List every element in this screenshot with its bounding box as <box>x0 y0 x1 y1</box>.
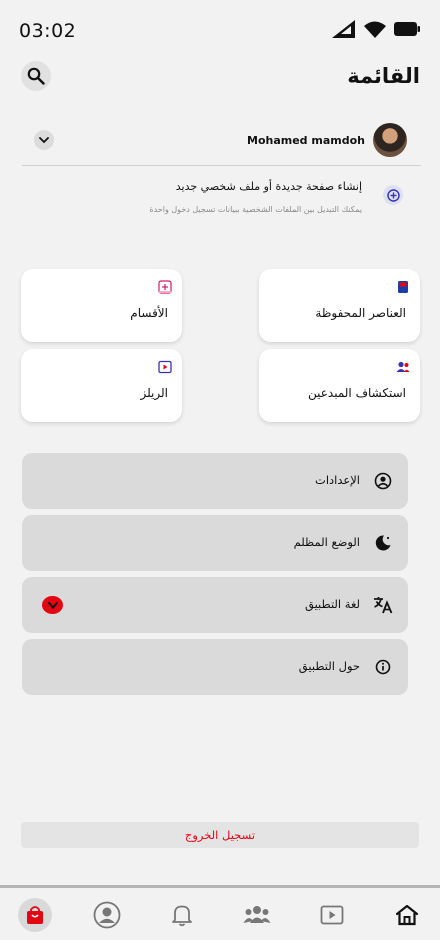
profile-switch-button[interactable] <box>34 130 54 150</box>
reels-icon <box>158 360 172 374</box>
saved-items-card[interactable]: العناصر المحفوظة <box>259 269 420 342</box>
wifi-icon <box>364 21 386 38</box>
page-title: القائمة <box>347 64 420 88</box>
chevron-down-icon <box>47 601 58 609</box>
tab-profile[interactable] <box>90 898 124 932</box>
menu-label: حول التطبيق <box>298 659 360 673</box>
sections-icon <box>158 280 172 294</box>
plus-circle-icon <box>386 188 400 202</box>
card-label: الأقسام <box>130 306 168 320</box>
bell-icon <box>172 905 192 927</box>
tab-notifications[interactable] <box>165 898 199 932</box>
profile-row[interactable]: Mohamed mamdoh <box>22 118 421 166</box>
search-icon <box>27 67 45 85</box>
home-icon <box>395 904 419 926</box>
status-time: 03:02 <box>19 20 77 42</box>
signal-icon <box>332 20 355 38</box>
chevron-down-icon <box>39 137 49 144</box>
shop-bag-icon <box>27 906 43 924</box>
create-profile-subtitle: يمكنك التبديل بين الملفات الشخصية ببيانا… <box>149 205 362 214</box>
tab-home[interactable] <box>390 898 424 932</box>
translate-icon <box>374 597 393 614</box>
battery-icon <box>394 22 420 36</box>
menu-label: لغة التطبيق <box>304 597 360 611</box>
tab-groups[interactable] <box>240 898 274 932</box>
language-dropdown-button[interactable] <box>42 596 63 614</box>
avatar[interactable] <box>373 123 407 157</box>
dark-mode-item[interactable]: الوضع المظلم <box>22 515 408 571</box>
about-app-item[interactable]: حول التطبيق <box>22 639 408 695</box>
info-icon <box>375 659 391 675</box>
settings-user-icon <box>374 472 392 490</box>
bottom-tab-bar <box>0 885 440 940</box>
logout-button[interactable]: تسجيل الخروج <box>21 822 419 848</box>
settings-item[interactable]: الإعدادات <box>22 453 408 509</box>
tab-video[interactable] <box>315 898 349 932</box>
tab-shop[interactable] <box>18 898 52 932</box>
add-profile-icon[interactable] <box>383 185 403 205</box>
video-icon <box>320 905 344 925</box>
profile-name: Mohamed mamdoh <box>247 134 365 147</box>
menu-label: الوضع المظلم <box>293 535 360 549</box>
group-icon <box>243 906 271 923</box>
menu-label: الإعدادات <box>315 473 360 487</box>
card-label: العناصر المحفوظة <box>315 306 406 320</box>
sections-card[interactable]: الأقسام <box>21 269 182 342</box>
explore-creators-card[interactable]: استكشاف المبدعين <box>259 349 420 422</box>
card-label: الريلز <box>140 386 168 400</box>
creators-icon <box>396 361 410 372</box>
app-language-item[interactable]: لغة التطبيق <box>22 577 408 633</box>
saved-flag-icon <box>398 281 408 293</box>
search-button[interactable] <box>21 61 51 91</box>
card-label: استكشاف المبدعين <box>307 386 406 400</box>
status-icons <box>332 20 420 38</box>
dark-mode-icon <box>375 535 391 551</box>
profile-icon <box>93 901 121 929</box>
create-profile-title[interactable]: إنشاء صفحة جديدة أو ملف شخصي جديد <box>176 180 362 193</box>
reels-card[interactable]: الريلز <box>21 349 182 422</box>
